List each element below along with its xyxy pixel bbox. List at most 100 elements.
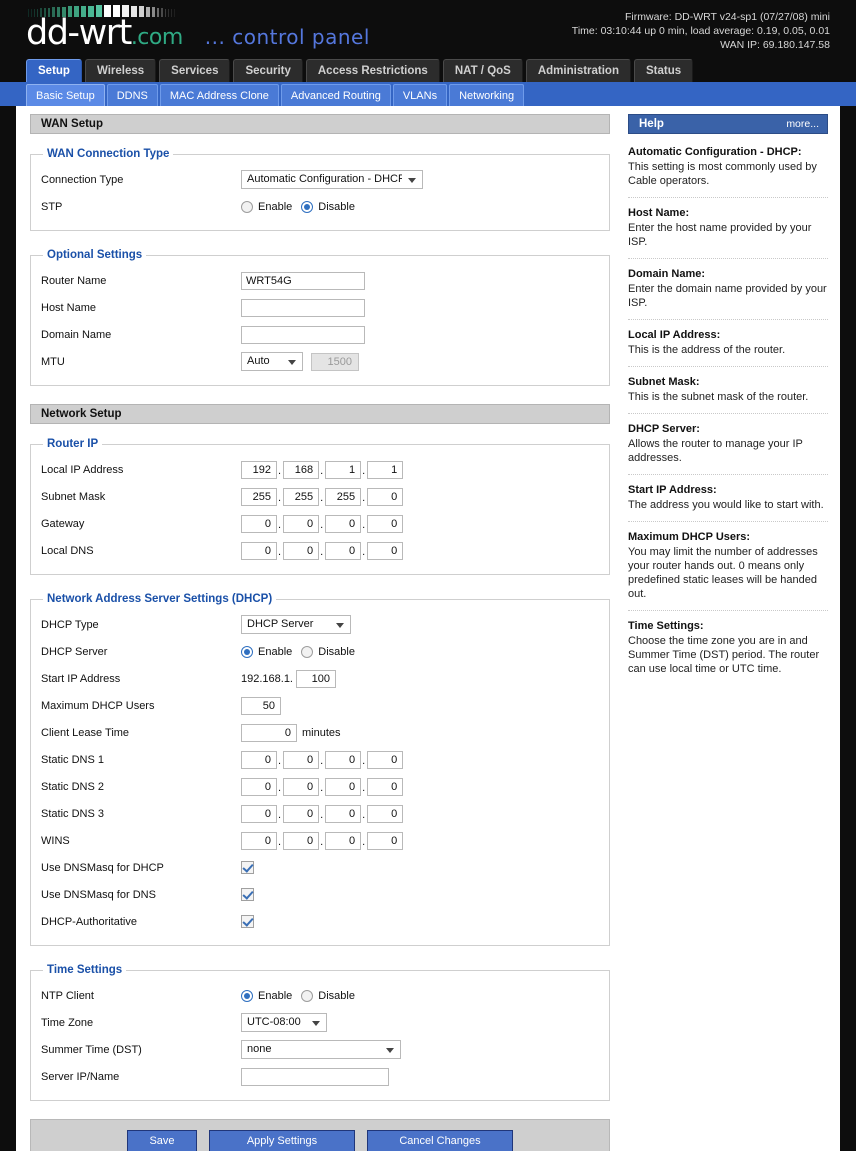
dhcp-server-enable-option[interactable]: Enable	[241, 645, 293, 658]
help-more-link[interactable]: more...	[786, 115, 819, 134]
static-dns-3-octet-2[interactable]	[283, 804, 320, 823]
domain-name-input[interactable]	[241, 325, 365, 344]
save-button[interactable]: Save	[127, 1130, 197, 1151]
start-ip-input[interactable]	[296, 669, 336, 688]
help-item-title: Local IP Address:	[628, 329, 721, 341]
dhcp-server-disable-radio[interactable]	[301, 645, 314, 658]
main-tab-setup[interactable]: Setup	[26, 59, 82, 82]
brand-logo: dd-wrt .com ... control panel	[26, 5, 370, 51]
ntp-disable-radio[interactable]	[301, 989, 314, 1002]
ntp-enable-option[interactable]: Enable	[241, 989, 293, 1002]
static-dns-1-octet-1[interactable]	[241, 750, 277, 769]
static-dns-3-octet-3[interactable]	[325, 804, 362, 823]
local-ip-address-octet-4[interactable]	[367, 460, 404, 479]
static-dns-1-octet-3[interactable]	[325, 750, 362, 769]
static-dns-2-octet-2[interactable]	[283, 777, 320, 796]
sub-tab-mac-address-clone[interactable]: MAC Address Clone	[159, 83, 279, 106]
use-dnsmasq-for-dhcp-checkbox[interactable]	[241, 861, 254, 874]
static-dns-1-octets: ...	[241, 750, 404, 769]
apply-settings-button[interactable]: Apply Settings	[209, 1130, 355, 1151]
dhcp-type-select-wrap: DHCP Server	[241, 615, 351, 634]
client-lease-time-input[interactable]	[241, 723, 297, 742]
local-dns-octet-4[interactable]	[367, 541, 404, 560]
main-tab-services[interactable]: Services	[159, 59, 231, 82]
subnet-mask-octet-2[interactable]	[283, 487, 320, 506]
stp-enable-option[interactable]: Enable	[241, 200, 292, 213]
logo-domain-suffix: .com	[130, 25, 183, 50]
local-dns-octets: ...	[241, 541, 404, 560]
gateway-octet-3[interactable]	[325, 514, 362, 533]
static-dns-3-octet-1[interactable]	[241, 804, 277, 823]
router-name-label: Router Name	[41, 274, 107, 287]
connection-type-select[interactable]: Automatic Configuration - DHCP	[241, 170, 423, 189]
main-tab-administration[interactable]: Administration	[525, 59, 631, 82]
sub-tab-vlans[interactable]: VLANs	[392, 83, 448, 106]
main-tab-status[interactable]: Status	[633, 59, 694, 82]
server-ip-input[interactable]	[241, 1067, 389, 1086]
help-header: Help more...	[628, 114, 828, 134]
main-tab-wireless[interactable]: Wireless	[84, 59, 157, 82]
local-dns-octet-2[interactable]	[283, 541, 320, 560]
main-tab-nat-qos[interactable]: NAT / QoS	[442, 59, 523, 82]
main-tab-bar: Setup Wireless Services Security Access Rest…	[26, 58, 856, 82]
help-title: Help	[639, 117, 664, 130]
stp-radio-group: Enable Disable	[241, 200, 364, 213]
subnet-mask-octet-4[interactable]	[367, 487, 404, 506]
subnet-mask-octet-3[interactable]	[325, 487, 362, 506]
sub-tab-advanced-routing[interactable]: Advanced Routing	[280, 83, 391, 106]
router-name-input[interactable]	[241, 271, 365, 290]
dhcp-server-enable-label: Enable	[258, 645, 293, 658]
wins-octet-2[interactable]	[283, 831, 320, 850]
sub-tab-basic-setup[interactable]: Basic Setup	[26, 83, 105, 106]
ntp-disable-option[interactable]: Disable	[301, 989, 355, 1002]
stp-enable-radio[interactable]	[241, 200, 253, 213]
local-ip-address-octet-1[interactable]	[241, 460, 277, 479]
use-dnsmasq-for-dns-checkbox[interactable]	[241, 888, 254, 901]
ntp-enable-label: Enable	[258, 989, 293, 1002]
dst-select[interactable]: none	[241, 1040, 401, 1059]
row-static-dns-1: Static DNS 1...	[41, 746, 599, 773]
octet-separator: .	[320, 518, 324, 531]
sub-tab-networking[interactable]: Networking	[449, 83, 525, 106]
static-dns-2-octet-4[interactable]	[367, 777, 404, 796]
main-tab-security[interactable]: Security	[233, 59, 303, 82]
static-dns-3-octet-4[interactable]	[367, 804, 404, 823]
dhcp-authoritative-checkbox[interactable]	[241, 915, 254, 928]
gateway-octet-4[interactable]	[367, 514, 404, 533]
max-dhcp-users-input[interactable]	[241, 696, 281, 715]
dhcp-type-select[interactable]: DHCP Server	[241, 615, 351, 634]
row-local-ip-address: Local IP Address...	[41, 456, 599, 483]
local-ip-address-octet-3[interactable]	[325, 460, 362, 479]
wins-octet-4[interactable]	[367, 831, 404, 850]
stp-disable-radio[interactable]	[301, 200, 314, 213]
stp-disable-option[interactable]: Disable	[301, 200, 355, 213]
local-dns-octet-1[interactable]	[241, 541, 277, 560]
wins-octet-3[interactable]	[325, 831, 362, 850]
row-wins: WINS...	[41, 827, 599, 854]
main-tab-access-restrictions[interactable]: Access Restrictions	[305, 59, 440, 82]
gateway-octet-1[interactable]	[241, 514, 277, 533]
static-dns-2-octet-1[interactable]	[241, 777, 277, 796]
timezone-select-wrap: UTC-08:00	[241, 1013, 327, 1032]
static-dns-1-octet-4[interactable]	[367, 750, 404, 769]
gateway-octet-2[interactable]	[283, 514, 320, 533]
octet-separator: .	[362, 545, 366, 558]
dhcp-server-disable-option[interactable]: Disable	[301, 645, 355, 658]
timezone-select[interactable]: UTC-08:00	[241, 1013, 327, 1032]
help-item-title: Start IP Address:	[628, 484, 717, 496]
mtu-mode-select[interactable]: Auto	[241, 352, 303, 371]
subnet-mask-octet-1[interactable]	[241, 487, 277, 506]
local-dns-label: Local DNS	[41, 544, 94, 557]
logo-tick	[168, 9, 169, 17]
local-dns-octet-3[interactable]	[325, 541, 362, 560]
dhcp-server-enable-radio[interactable]	[241, 645, 253, 658]
host-name-input[interactable]	[241, 298, 365, 317]
static-dns-1-octet-2[interactable]	[283, 750, 320, 769]
static-dns-2-octet-3[interactable]	[325, 777, 362, 796]
ntp-enable-radio[interactable]	[241, 989, 253, 1002]
help-item-body: Allows the router to manage your IP addr…	[628, 438, 803, 464]
cancel-changes-button[interactable]: Cancel Changes	[367, 1130, 513, 1151]
wins-octet-1[interactable]	[241, 831, 277, 850]
sub-tab-ddns[interactable]: DDNS	[106, 83, 158, 106]
local-ip-address-octet-2[interactable]	[283, 460, 320, 479]
